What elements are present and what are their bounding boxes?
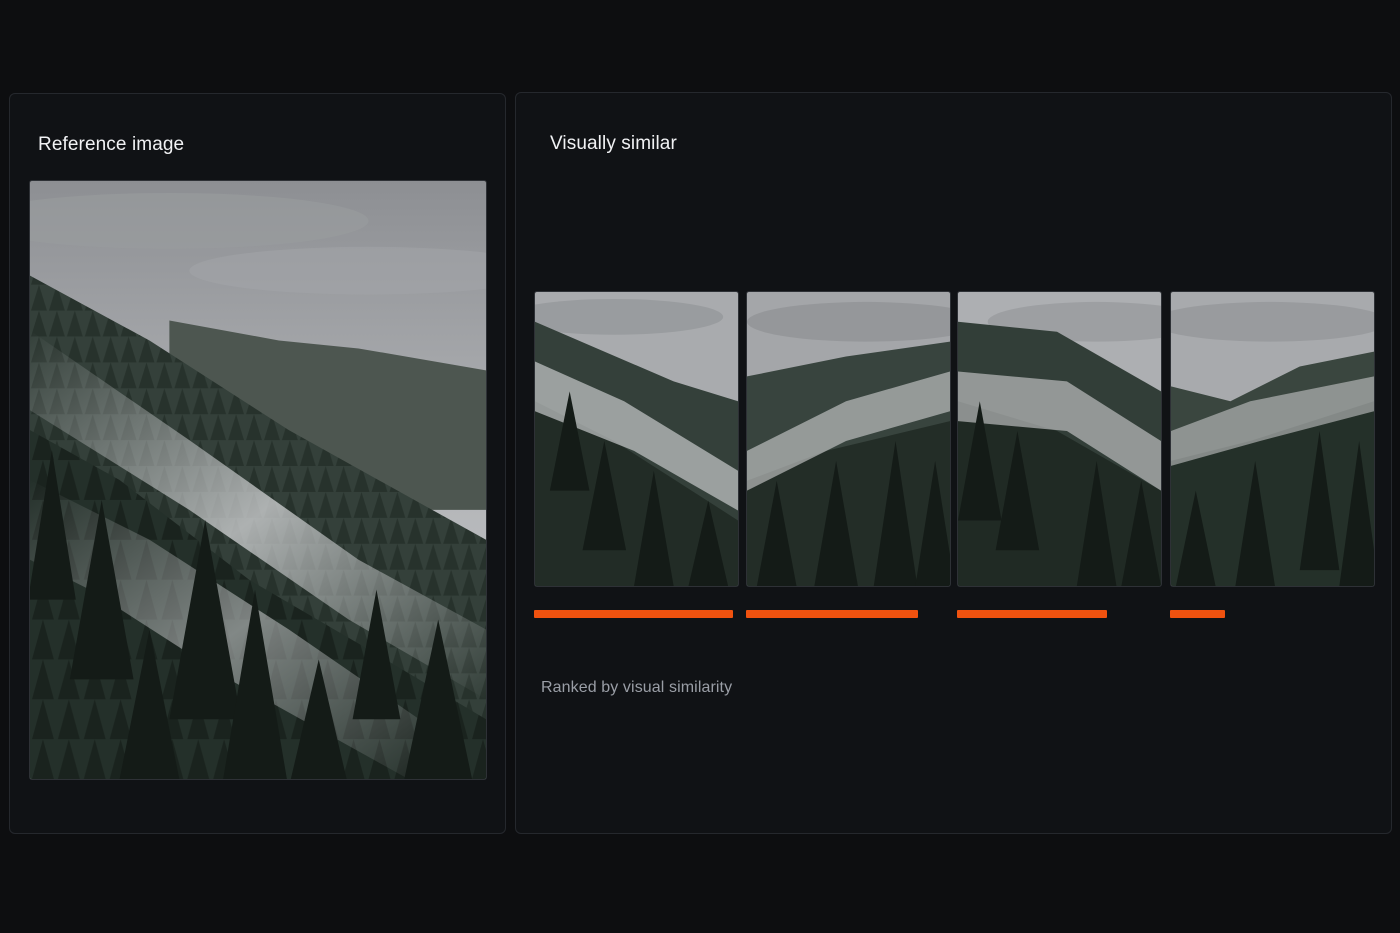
result-thumbnail-4[interactable] xyxy=(1170,291,1375,587)
similarity-bar-1 xyxy=(534,610,733,618)
similarity-bar-3 xyxy=(957,610,1107,618)
result-thumbnail-2-graphic xyxy=(747,292,950,586)
result-thumbnail-4-graphic xyxy=(1171,292,1374,586)
result-thumbnail-3-graphic xyxy=(958,292,1161,586)
reference-image-graphic xyxy=(30,181,486,779)
page: Reference image Visually similar Ranked … xyxy=(0,0,1400,933)
ranking-caption: Ranked by visual similarity xyxy=(541,679,733,696)
similar-panel-title: Visually similar xyxy=(550,133,677,154)
result-thumbnail-3[interactable] xyxy=(957,291,1162,587)
similar-panel: Visually similar Ranked by visual simila… xyxy=(515,92,1392,834)
reference-panel: Reference image xyxy=(9,93,506,834)
result-thumbnail-1-graphic xyxy=(535,292,738,586)
similarity-bar-2 xyxy=(746,610,918,618)
reference-image[interactable] xyxy=(29,180,487,780)
reference-panel-title: Reference image xyxy=(38,134,185,155)
similarity-bar-4 xyxy=(1170,610,1225,618)
result-thumbnail-2[interactable] xyxy=(746,291,951,587)
result-thumbnail-1[interactable] xyxy=(534,291,739,587)
